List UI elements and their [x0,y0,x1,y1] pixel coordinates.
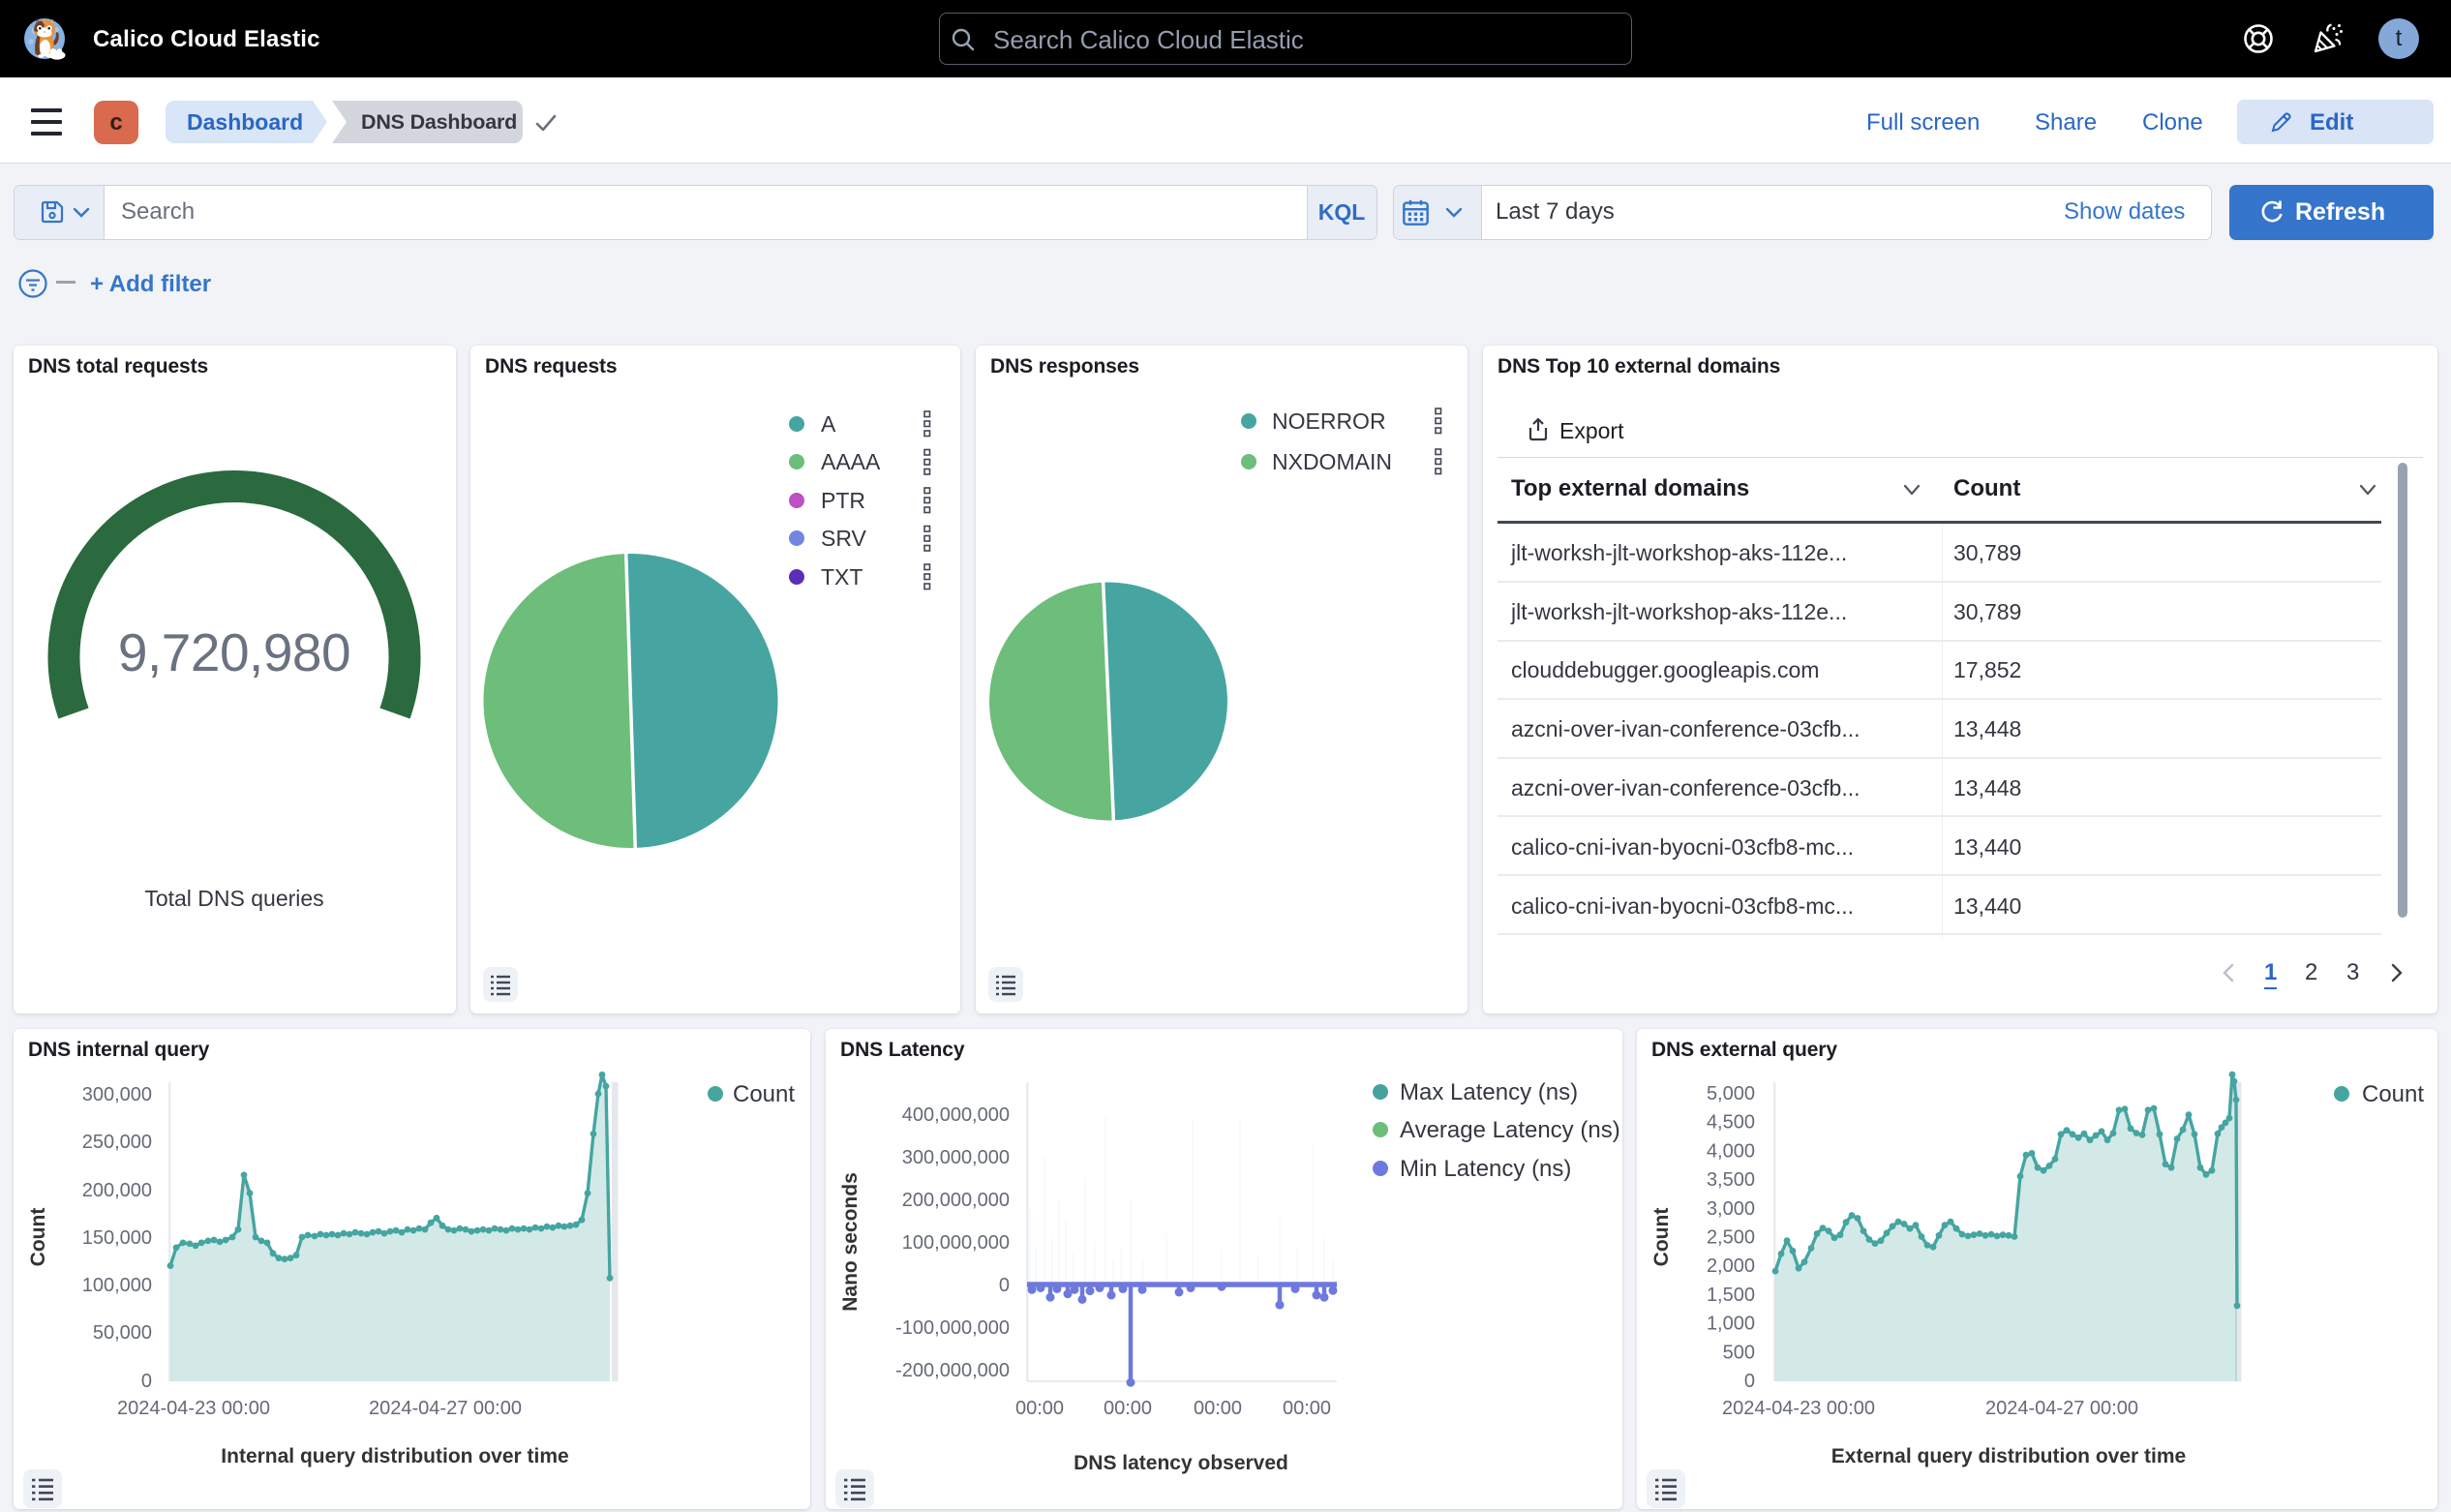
svg-text:2,500: 2,500 [1707,1227,1755,1249]
svg-text:500: 500 [1723,1342,1755,1363]
svg-text:2,000: 2,000 [1707,1255,1755,1277]
svg-text:1,500: 1,500 [1707,1285,1755,1306]
svg-text:4,500: 4,500 [1707,1112,1755,1134]
svg-text:External query distribution ov: External query distribution over time [1831,1445,2186,1467]
svg-text:3,500: 3,500 [1707,1169,1755,1191]
svg-text:5,000: 5,000 [1707,1083,1755,1104]
svg-text:4,000: 4,000 [1707,1140,1755,1162]
svg-text:2024-04-27 00:00: 2024-04-27 00:00 [1985,1398,2138,1419]
svg-text:Count: Count [1650,1208,1673,1267]
svg-text:1,000: 1,000 [1707,1314,1755,1335]
svg-text:2024-04-23 00:00: 2024-04-23 00:00 [1722,1398,1875,1419]
svg-text:3,000: 3,000 [1707,1198,1755,1220]
svg-text:Count: Count [2362,1081,2424,1107]
svg-text:0: 0 [1744,1371,1755,1392]
